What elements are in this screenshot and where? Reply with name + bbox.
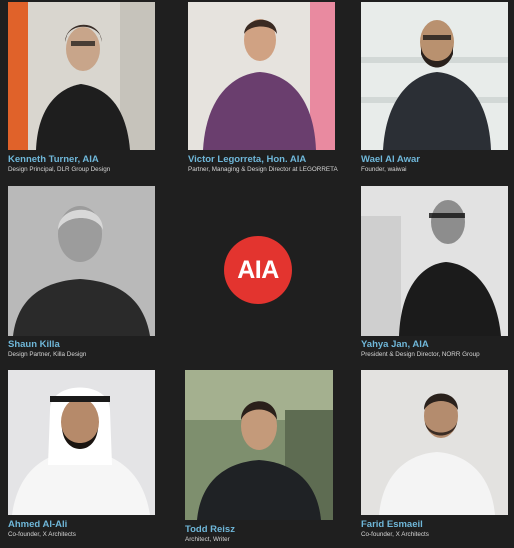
portrait-todd-reisz <box>185 370 333 520</box>
portrait-shaun-killa <box>8 186 155 336</box>
aia-logo: AIA <box>224 236 292 304</box>
person-role: Design Principal, DLR Group Design <box>8 166 111 173</box>
person-role: President & Design Director, NORR Group <box>361 351 480 358</box>
person-name: Farid Esmaeil <box>361 519 423 530</box>
person-role: Design Partner, Killa Design <box>8 351 87 358</box>
person-name: Todd Reisz <box>185 524 235 535</box>
portrait-victor-legorreta <box>188 2 335 150</box>
portrait-ahmed-al-ali <box>8 370 155 515</box>
aia-logo-text: AIA <box>237 255 279 284</box>
person-name: Yahya Jan, AIA <box>361 339 429 350</box>
person-name: Kenneth Turner, AIA <box>8 154 99 165</box>
portrait-yahya-jan <box>361 186 508 336</box>
portrait-kenneth-turner <box>8 2 155 150</box>
person-name: Shaun Killa <box>8 339 60 350</box>
person-role: Founder, waiwai <box>361 166 407 173</box>
portrait-wael-al-awar <box>361 2 508 150</box>
person-role: Architect, Writer <box>185 536 230 543</box>
person-name: Ahmed Al-Ali <box>8 519 68 530</box>
portrait-farid-esmaeil <box>361 370 508 515</box>
person-name: Wael Al Awar <box>361 154 420 165</box>
person-name: Victor Legorreta, Hon. AIA <box>188 154 307 165</box>
person-role: Co-founder, X Architects <box>361 531 429 538</box>
person-role: Partner, Managing & Design Director at L… <box>188 166 338 173</box>
person-role: Co-founder, X Architects <box>8 531 76 538</box>
